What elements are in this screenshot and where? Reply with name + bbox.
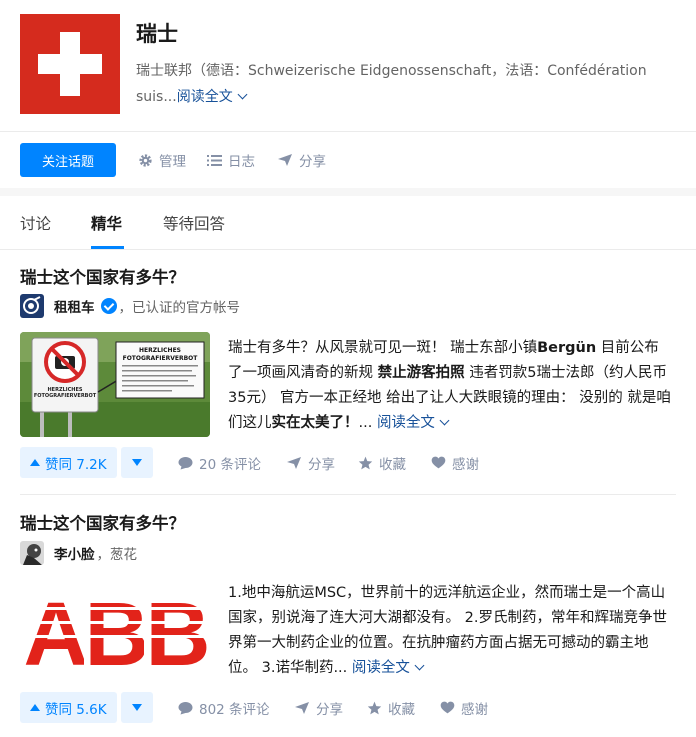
verified-badge-icon (100, 298, 117, 314)
list-icon (207, 154, 222, 166)
tab-featured[interactable]: 精华 (91, 212, 122, 234)
svg-text:FOTOGRAFIERVERBOT: FOTOGRAFIERVERBOT (123, 355, 199, 362)
comment-icon (178, 456, 193, 469)
svg-text:FOTOGRAFIERVERBOT: FOTOGRAFIERVERBOT (34, 393, 97, 399)
author-headline: ，葱花 (96, 547, 138, 563)
sign-title-text: HERZLICHES (139, 347, 181, 354)
triangle-down-icon (132, 704, 142, 711)
share-answer-button[interactable]: 分享 (294, 692, 343, 723)
author-name[interactable]: 李小脸 (54, 543, 95, 563)
feed-panel: 讨论 精华 等待回答 瑞士这个国家有多牛？ 租租车 ，已认证的官方帐号 HERZ… (0, 196, 696, 737)
divider (0, 131, 696, 132)
star-icon (367, 701, 382, 714)
share-topic-button[interactable]: 分享 (277, 143, 326, 177)
avatar[interactable] (20, 541, 44, 565)
author-info: 李小脸 ，葱花 (20, 541, 137, 565)
answer-read-more-link[interactable]: 阅读全文 (377, 415, 450, 431)
question-title[interactable]: 瑞士这个国家有多牛？ (20, 510, 185, 534)
heart-icon (440, 701, 455, 714)
comments-button[interactable]: 802 条评论 (178, 692, 270, 723)
heart-icon (431, 456, 446, 469)
divider (20, 494, 676, 495)
gear-icon (139, 153, 152, 167)
share-icon (295, 701, 309, 714)
manage-button[interactable]: 管理 (138, 143, 186, 177)
triangle-up-icon (30, 704, 40, 711)
abb-logo: ABB (24, 585, 207, 682)
upvote-button[interactable]: 赞同 5.6K (20, 692, 117, 723)
answer-thumbnail[interactable]: HERZLICHES FOTOGRAFIERVERBOT HERZLICHES … (20, 332, 210, 437)
thanks-button[interactable]: 感谢 (440, 692, 488, 723)
chevron-down-icon (439, 415, 450, 426)
share-answer-button[interactable]: 分享 (286, 447, 335, 478)
favorite-button[interactable]: 收藏 (358, 447, 406, 478)
triangle-down-icon (132, 459, 142, 466)
log-label: 日志 (228, 154, 255, 170)
author-name[interactable]: 租租车 (54, 296, 95, 316)
topic-title: 瑞士 (136, 22, 178, 46)
triangle-up-icon (30, 459, 40, 466)
divider (0, 249, 696, 250)
answer-read-more-link[interactable]: 阅读全文 (352, 660, 425, 676)
avatar[interactable] (20, 294, 44, 318)
share-icon (278, 154, 292, 166)
topic-header-card: 瑞士 瑞士联邦（德语：Schweizerische Eidgenossensch… (0, 0, 696, 188)
answer-excerpt[interactable]: 瑞士有多牛？从风景就可见一斑！ 瑞士东部小镇Bergün 目前公布了一项画风清奇… (228, 336, 672, 436)
comments-button[interactable]: 20 条评论 (178, 447, 261, 478)
comment-icon (178, 701, 193, 714)
topic-read-more-link[interactable]: 阅读全文 (177, 89, 248, 105)
thanks-button[interactable]: 感谢 (431, 447, 479, 478)
manage-label: 管理 (159, 154, 186, 170)
follow-topic-button[interactable]: 关注话题 (20, 143, 116, 177)
tab-discussion[interactable]: 讨论 (20, 212, 51, 234)
share-icon (287, 456, 301, 469)
answer-excerpt[interactable]: 1.地中海航运MSC，世界前十的远洋航运企业，然而瑞士是一个高山国家，别说海了连… (228, 581, 672, 681)
question-title[interactable]: 瑞士这个国家有多牛？ (20, 264, 185, 288)
answer-thumbnail[interactable]: ABB (20, 577, 210, 682)
author-headline: ，已认证的官方帐号 (118, 300, 241, 316)
downvote-button[interactable] (121, 447, 153, 478)
share-topic-label: 分享 (299, 154, 326, 170)
chevron-down-icon (414, 660, 425, 671)
favorite-button[interactable]: 收藏 (367, 692, 415, 723)
chevron-down-icon (237, 89, 248, 100)
author-info: 租租车 ，已认证的官方帐号 (20, 294, 240, 318)
log-button[interactable]: 日志 (207, 143, 255, 177)
swiss-flag-image (20, 14, 120, 114)
downvote-button[interactable] (121, 692, 153, 723)
star-icon (358, 456, 373, 469)
tab-waiting-answers[interactable]: 等待回答 (163, 212, 225, 234)
upvote-button[interactable]: 赞同 7.2K (20, 447, 117, 478)
topic-description: 瑞士联邦（德语：Schweizerische Eidgenossenschaft… (136, 58, 676, 110)
